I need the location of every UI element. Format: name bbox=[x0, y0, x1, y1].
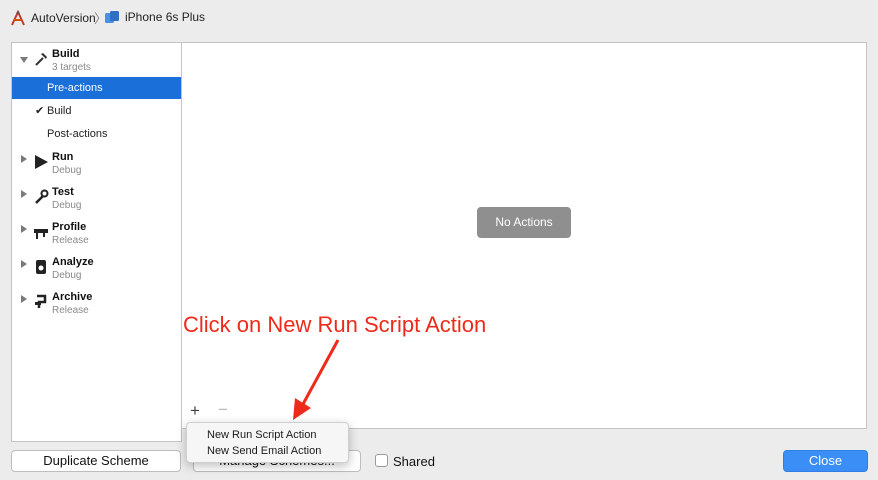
actions-editor-pane: No Actions + − bbox=[182, 42, 867, 429]
sidebar-item-subtitle: Debug bbox=[52, 200, 82, 211]
sidebar-item-subtitle: Release bbox=[52, 305, 89, 316]
checkmark-icon: ✔ bbox=[35, 105, 45, 117]
empty-state-badge: No Actions bbox=[477, 207, 571, 238]
shared-checkbox[interactable] bbox=[375, 454, 388, 467]
sidebar-item-title: Profile bbox=[52, 221, 87, 233]
menu-item-new-run-script-action[interactable]: New Run Script Action bbox=[207, 429, 316, 441]
sidebar-item-build-step[interactable]: ✔ Build bbox=[12, 100, 181, 122]
sidebar-item-title: Build bbox=[52, 48, 80, 60]
sidebar-item-label: Build bbox=[47, 105, 72, 117]
disclosure-open-icon[interactable] bbox=[20, 57, 28, 63]
sidebar-item-subtitle: Debug bbox=[52, 165, 82, 176]
sidebar-item-pre-actions[interactable]: Pre-actions bbox=[12, 77, 181, 99]
sidebar-item-subtitle: Debug bbox=[52, 270, 82, 281]
remove-action-button[interactable]: − bbox=[218, 401, 228, 419]
menu-item-new-send-email-action[interactable]: New Send Email Action bbox=[207, 445, 321, 457]
sidebar-item-post-actions[interactable]: Post-actions bbox=[12, 123, 181, 145]
instruments-icon bbox=[34, 229, 48, 239]
sidebar-item-subtitle: Release bbox=[52, 235, 89, 246]
add-action-button[interactable]: + bbox=[190, 402, 200, 420]
sidebar-item-title: Test bbox=[52, 186, 74, 198]
sidebar-item-label: Pre-actions bbox=[47, 82, 103, 94]
sidebar-item-archive[interactable]: Archive Release bbox=[12, 288, 181, 322]
wrench-icon bbox=[35, 189, 49, 204]
scheme-actions-sidebar: Build 3 targets Pre-actions ✔ Build Post… bbox=[11, 42, 182, 442]
sidebar-item-subtitle: 3 targets bbox=[52, 62, 91, 73]
breadcrumb-device[interactable]: iPhone 6s Plus bbox=[104, 10, 205, 24]
sidebar-item-build[interactable]: Build 3 targets bbox=[12, 45, 181, 79]
xcode-app-icon bbox=[11, 10, 25, 26]
device-icon bbox=[105, 11, 119, 23]
breadcrumb-app-label: AutoVersion bbox=[31, 11, 96, 25]
archive-icon bbox=[35, 294, 47, 308]
disclosure-closed-icon[interactable] bbox=[21, 225, 27, 233]
add-action-menu: New Run Script Action New Send Email Act… bbox=[186, 422, 349, 463]
disclosure-closed-icon[interactable] bbox=[21, 295, 27, 303]
sidebar-item-profile[interactable]: Profile Release bbox=[12, 218, 181, 252]
breadcrumb: AutoVersion 〉 iPhone 6s Plus bbox=[0, 0, 878, 36]
play-icon bbox=[35, 155, 48, 169]
sidebar-item-title: Analyze bbox=[52, 256, 94, 268]
disclosure-closed-icon[interactable] bbox=[21, 190, 27, 198]
tutorial-annotation: Click on New Run Script Action bbox=[183, 312, 487, 337]
breadcrumb-app[interactable]: AutoVersion bbox=[10, 10, 96, 26]
sidebar-item-analyze[interactable]: Analyze Debug bbox=[12, 253, 181, 287]
sidebar-item-test[interactable]: Test Debug bbox=[12, 183, 181, 217]
sidebar-item-title: Archive bbox=[52, 291, 93, 303]
disclosure-closed-icon[interactable] bbox=[21, 155, 27, 163]
duplicate-scheme-button[interactable]: Duplicate Scheme bbox=[11, 450, 181, 472]
sidebar-item-title: Run bbox=[52, 151, 74, 163]
analyze-icon bbox=[36, 260, 46, 274]
annotation-arrow-icon bbox=[293, 339, 340, 420]
shared-checkbox-label: Shared bbox=[393, 454, 435, 469]
hammer-icon bbox=[35, 53, 47, 66]
breadcrumb-device-label: iPhone 6s Plus bbox=[125, 10, 206, 24]
close-button[interactable]: Close bbox=[783, 450, 868, 472]
sidebar-item-run[interactable]: Run Debug bbox=[12, 148, 181, 182]
disclosure-closed-icon[interactable] bbox=[21, 260, 27, 268]
sidebar-item-label: Post-actions bbox=[47, 128, 108, 140]
